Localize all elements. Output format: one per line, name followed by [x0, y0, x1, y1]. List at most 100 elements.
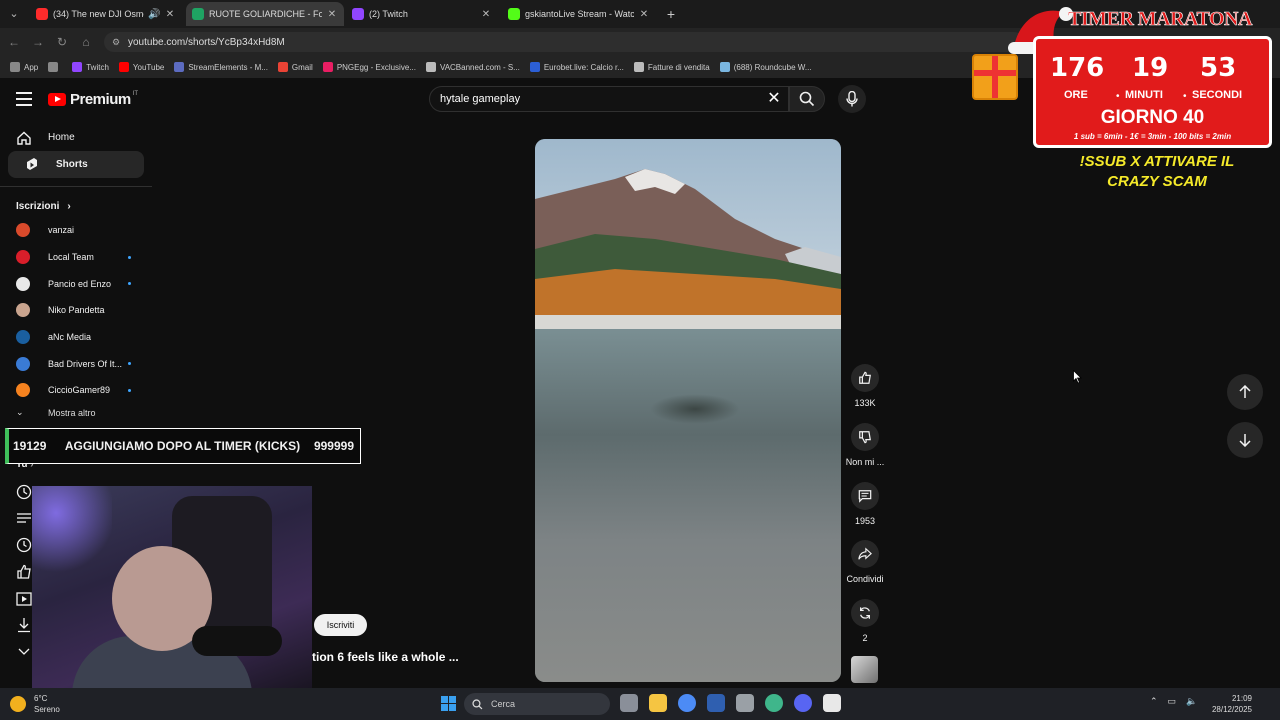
shorts-icon — [24, 157, 40, 173]
video-splash — [650, 394, 740, 424]
channel-name: CiccioGamer89 — [48, 385, 111, 396]
new-tab-plus-icon[interactable]: + — [662, 5, 680, 23]
browser-tab-2[interactable]: RUOTE GOLIARDICHE - Fogli G ✕ — [186, 2, 344, 26]
short-actions: 133K Non mi ... 1953 Condividi 2 — [840, 364, 890, 658]
your-videos-icon[interactable] — [14, 589, 34, 609]
subscription-channel[interactable]: vanzai — [0, 217, 152, 244]
share-button[interactable] — [851, 540, 879, 569]
dislike-button[interactable] — [851, 422, 879, 451]
browser-tab-4[interactable]: gskiantoLive Stream - Watch Li ✕ — [502, 2, 656, 26]
chevron-down-icon: ⌄ — [16, 407, 24, 418]
webcam-light — [32, 486, 112, 576]
speaker-icon[interactable]: 🔊 — [148, 9, 160, 20]
sidebar-item-label: Home — [48, 132, 75, 143]
chevron-up-icon[interactable]: ⌃ — [1150, 696, 1158, 707]
bookmark-streamelements[interactable]: StreamElements - M... — [174, 62, 268, 72]
back-arrow-icon[interactable]: ← — [6, 34, 22, 50]
dislike-label: Non mi ... — [845, 456, 885, 467]
tab-search-chevron-icon[interactable]: ⌄ — [6, 6, 22, 22]
chevron-down-icon[interactable] — [14, 642, 34, 662]
close-tab-icon[interactable]: ✕ — [326, 9, 338, 20]
home-icon[interactable]: ⌂ — [78, 34, 94, 50]
close-tab-icon[interactable]: ✕ — [638, 9, 650, 20]
pinned-apps — [620, 694, 852, 712]
taskbar-clock[interactable]: 21:09 28/12/2025 — [1206, 693, 1252, 715]
discord-icon[interactable] — [794, 694, 812, 712]
browser-tab-1[interactable]: (34) The new DJI Osmo Acti 🔊 ✕ — [30, 2, 182, 26]
bookmark-youtube[interactable]: YouTube — [118, 62, 164, 72]
share-label: Condividi — [846, 574, 884, 585]
new-content-dot — [128, 388, 131, 392]
bookmark-grid[interactable] — [48, 62, 62, 72]
windows-start-icon[interactable] — [441, 696, 456, 711]
bookmark-gmail[interactable]: Gmail — [277, 62, 313, 72]
clear-search-icon[interactable]: ✕ — [764, 89, 784, 109]
history-icon[interactable] — [14, 482, 34, 502]
network-icon[interactable]: ▭ — [1168, 696, 1177, 707]
timer-rules: 1 sub = 6min - 1€ = 3min - 100 bits = 2m… — [1073, 132, 1232, 141]
reload-icon[interactable]: ↻ — [54, 34, 70, 50]
search-button[interactable] — [789, 86, 825, 112]
youtube-premium-logo[interactable]: Premium IT — [48, 91, 138, 108]
roundcube-icon — [719, 62, 730, 72]
address-bar[interactable]: ⚙ youtube.com/shorts/YcBp34xHd8M — [104, 32, 1024, 52]
bookmark-vacbanned[interactable]: VACBanned.com - S... — [425, 62, 520, 72]
comments-button[interactable] — [851, 481, 879, 510]
sidebar-item-shorts[interactable]: Shorts — [8, 151, 144, 178]
menu-icon[interactable] — [16, 92, 32, 106]
remix-count: 2 — [862, 633, 868, 644]
downloads-icon[interactable] — [14, 615, 34, 635]
app-icon[interactable] — [736, 694, 754, 712]
comment-icon — [858, 489, 872, 503]
bookmark-twitch[interactable]: Twitch — [72, 62, 109, 72]
close-tab-icon[interactable]: ✕ — [164, 9, 176, 20]
weather-condition: Sereno — [34, 705, 60, 714]
short-video-player[interactable] — [535, 139, 841, 682]
next-short-button[interactable] — [1227, 422, 1263, 458]
show-more-button[interactable]: ⌄ Mostra altro — [0, 404, 152, 422]
close-tab-icon[interactable]: ✕ — [480, 9, 492, 20]
like-button[interactable] — [851, 364, 879, 392]
browser-tab-3[interactable]: (2) Twitch ✕ — [346, 2, 498, 26]
scam-command-text: !SSUB X ATTIVARE IL CRAZY SCAM — [1079, 153, 1235, 190]
bookmark-fatture[interactable]: Fatture di vendita — [633, 62, 710, 72]
subscription-channel[interactable]: Niko Pandetta — [0, 297, 152, 324]
subscription-channel[interactable]: aNc Media — [0, 324, 152, 351]
search-input[interactable]: hytale gameplay — [429, 86, 789, 112]
bookmark-pngegg[interactable]: PNGEgg - Exclusive... — [322, 62, 416, 72]
clock-date: 28/12/2025 — [1211, 705, 1252, 714]
subscription-channel[interactable]: CiccioGamer89 — [0, 377, 152, 404]
file-explorer-icon[interactable] — [649, 694, 667, 712]
subscriptions-heading[interactable]: Iscrizioni › — [0, 195, 152, 217]
subscription-channel[interactable]: Bad Drivers Of It... — [0, 350, 152, 377]
creator-avatar-thumbnail[interactable] — [851, 656, 878, 683]
kicks-counter-overlay: 19129 AGGIUNGIAMO DOPO AL TIMER (KICKS) … — [5, 428, 361, 464]
previous-short-button[interactable] — [1227, 374, 1263, 410]
taskbar-search[interactable]: Cerca — [464, 693, 610, 715]
voice-search-button[interactable] — [838, 85, 866, 113]
bookmark-roundcube[interactable]: (688) Roundcube W... — [719, 62, 812, 72]
remix-button[interactable] — [851, 599, 879, 628]
forward-arrow-icon[interactable]: → — [30, 34, 46, 50]
watch-later-icon[interactable] — [14, 535, 34, 555]
steam-icon[interactable] — [707, 694, 725, 712]
globe-app-icon[interactable] — [765, 694, 783, 712]
sidebar-item-home[interactable]: Home — [0, 124, 144, 151]
site-info-icon[interactable]: ⚙ — [112, 37, 122, 47]
calculator-icon[interactable] — [823, 694, 841, 712]
volume-icon[interactable]: 🔈 — [1186, 696, 1197, 707]
bookmark-eurobet[interactable]: Eurobet.live: Calcio r... — [529, 62, 624, 72]
channel-name: Local Team — [48, 252, 94, 263]
weather-widget[interactable]: 6°C Sereno — [10, 693, 60, 715]
subscription-channel[interactable]: Local Team — [0, 244, 152, 271]
short-title[interactable]: tion 6 feels like a whole ... — [312, 650, 459, 664]
task-view-icon[interactable] — [620, 694, 638, 712]
subscribe-button[interactable]: Iscriviti — [314, 614, 367, 636]
chrome-icon[interactable] — [678, 694, 696, 712]
timer-separator: • — [1116, 91, 1120, 102]
subscription-channel[interactable]: Pancio ed Enzo — [0, 270, 152, 297]
you-section-icons — [14, 482, 34, 669]
liked-videos-icon[interactable] — [14, 562, 34, 582]
bookmark-app[interactable]: App — [10, 62, 38, 72]
playlists-icon[interactable] — [14, 509, 34, 529]
